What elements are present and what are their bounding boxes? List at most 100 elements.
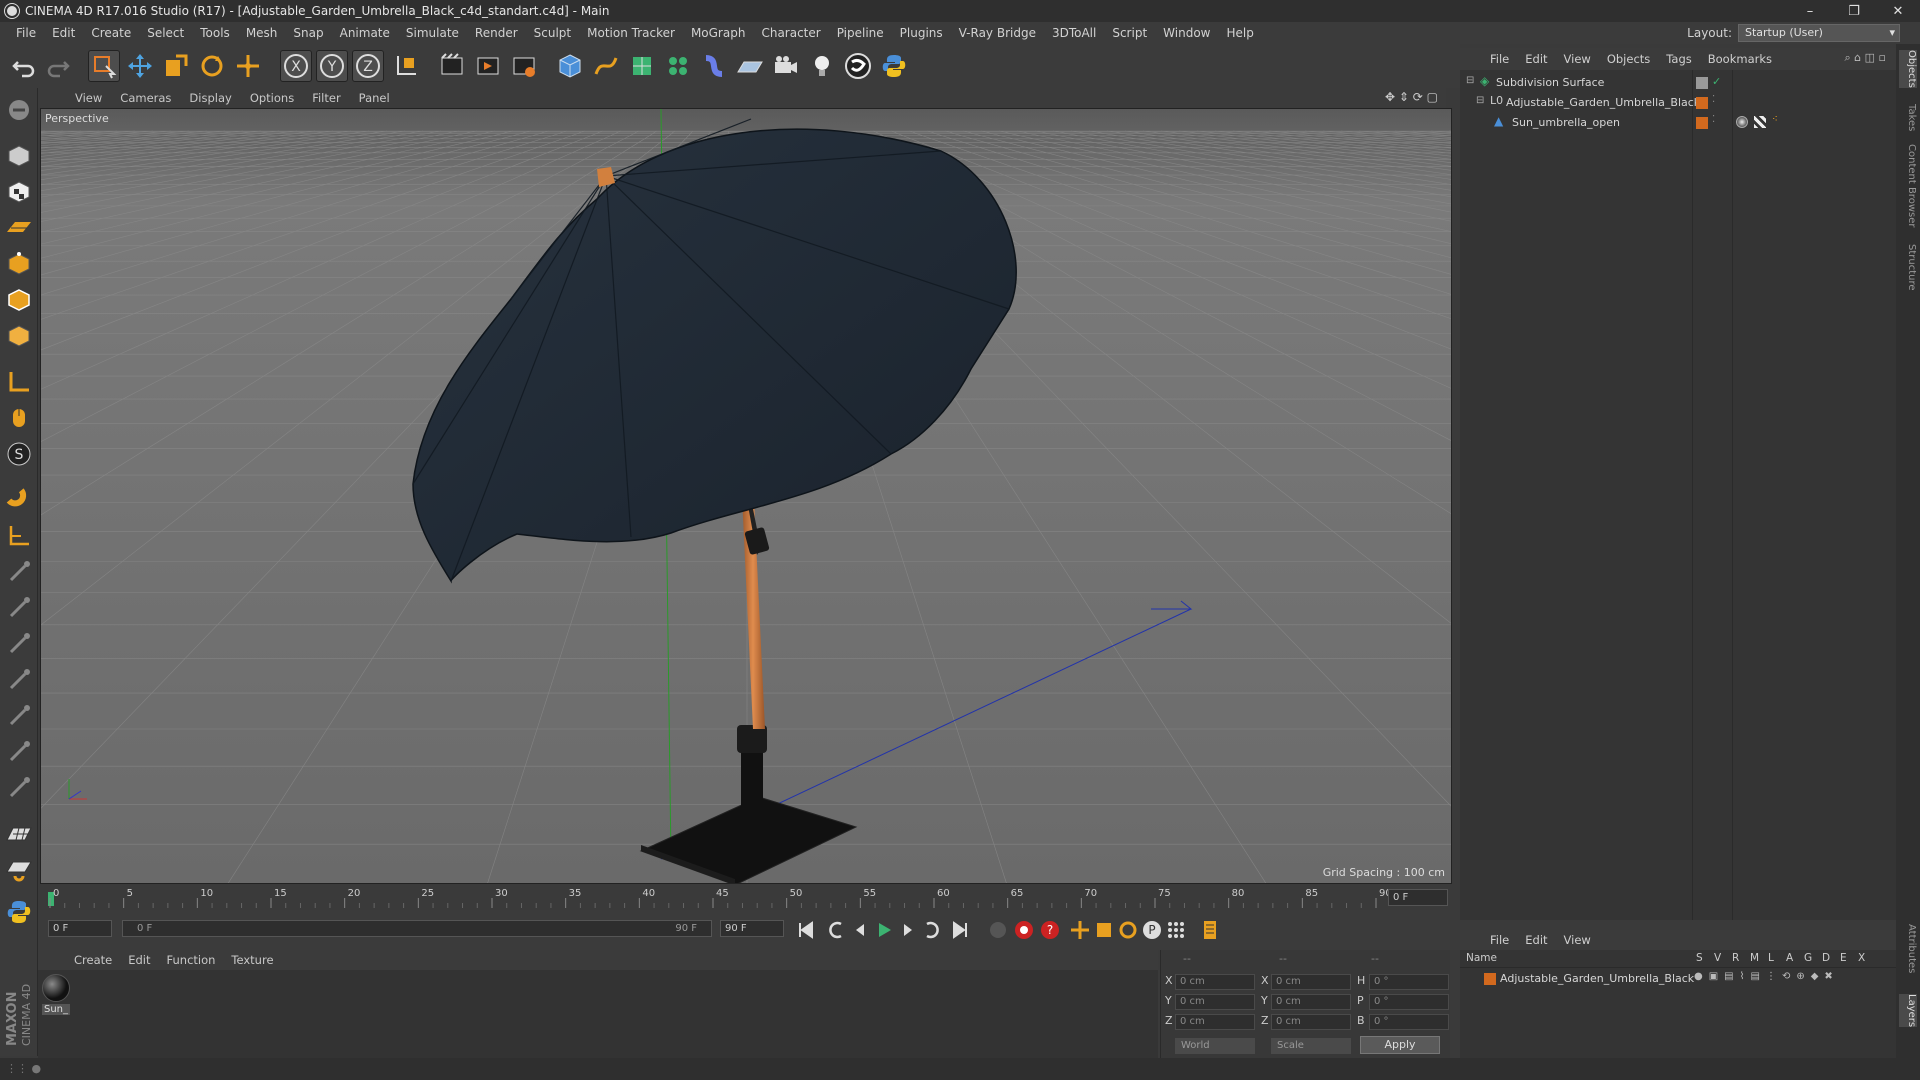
sculpt-brush-3[interactable]	[3, 628, 35, 660]
position-y-field[interactable]: 0 cm	[1175, 994, 1255, 1010]
vray-button[interactable]	[842, 50, 874, 82]
snapping-button[interactable]: S	[3, 438, 35, 470]
redo-button[interactable]	[42, 50, 74, 82]
lm-menu-edit[interactable]: Edit	[1517, 933, 1555, 947]
coordinate-space-dropdown[interactable]: World	[1175, 1038, 1255, 1054]
material-swatch[interactable]	[42, 974, 70, 1002]
layer-toggle-icons[interactable]: ●▣▤⌇▤⋮⟲⊕◆✖	[1694, 971, 1839, 982]
key-parameter-button[interactable]: P	[1140, 918, 1164, 942]
rotation-b-field[interactable]: 0 °	[1369, 1014, 1449, 1030]
keyframe-selection-button[interactable]: ?	[1038, 918, 1062, 942]
viewport-menu-filter[interactable]: Filter	[303, 91, 349, 105]
points-mode-button[interactable]	[3, 248, 35, 280]
workplane-mode-button[interactable]	[3, 212, 35, 244]
menu-create[interactable]: Create	[83, 26, 139, 40]
light-button[interactable]	[806, 50, 838, 82]
position-z-field[interactable]: 0 cm	[1175, 1014, 1255, 1030]
menu-window[interactable]: Window	[1155, 26, 1218, 40]
minimize-button[interactable]: –	[1788, 0, 1832, 22]
layer-color-swatch[interactable]	[1484, 973, 1496, 985]
3d-viewport[interactable]: Perspective Grid Spacing : 100 cm	[40, 108, 1452, 884]
coordinate-system-button[interactable]	[390, 50, 422, 82]
render-view-button[interactable]	[436, 50, 468, 82]
om-menu-view[interactable]: View	[1556, 52, 1599, 66]
key-position-button[interactable]	[1068, 918, 1092, 942]
tag-dots-icon[interactable]: ⁖	[1772, 114, 1778, 125]
previous-frame-button[interactable]	[848, 918, 872, 942]
record-keys-button[interactable]	[986, 918, 1010, 942]
uvw-tag-icon[interactable]	[1754, 116, 1766, 128]
menu-help[interactable]: Help	[1218, 26, 1261, 40]
menu-sculpt[interactable]: Sculpt	[526, 26, 579, 40]
menu-simulate[interactable]: Simulate	[398, 26, 467, 40]
rotation-p-field[interactable]: 0 °	[1369, 994, 1449, 1010]
menu-animate[interactable]: Animate	[332, 26, 398, 40]
enable-axis-button[interactable]	[3, 366, 35, 398]
collapse-toggle-icon[interactable]: ⊟	[1466, 75, 1474, 86]
enabled-check-icon[interactable]: ✓	[1712, 75, 1721, 88]
menu-render[interactable]: Render	[467, 26, 526, 40]
apply-button[interactable]: Apply	[1360, 1036, 1440, 1054]
next-frame-button[interactable]	[896, 918, 920, 942]
key-scale-button[interactable]	[1092, 918, 1116, 942]
render-settings-button[interactable]	[508, 50, 540, 82]
go-to-end-button[interactable]	[948, 918, 972, 942]
material-menu-function[interactable]: Function	[159, 953, 224, 967]
live-selection-button[interactable]	[88, 50, 120, 82]
viewport-menu-options[interactable]: Options	[241, 91, 303, 105]
menu-vray-bridge[interactable]: V-Ray Bridge	[951, 26, 1044, 40]
x-axis-lock-button[interactable]: X	[280, 50, 312, 82]
size-mode-dropdown[interactable]: Scale	[1271, 1038, 1351, 1054]
tab-layers[interactable]: Layers	[1899, 994, 1917, 1028]
menu-plugins[interactable]: Plugins	[892, 26, 951, 40]
menu-file[interactable]: File	[8, 26, 44, 40]
tab-takes[interactable]: Takes	[1899, 104, 1917, 131]
key-pla-button[interactable]	[1164, 918, 1188, 942]
lm-menu-file[interactable]: File	[1482, 933, 1517, 947]
lm-menu-view[interactable]: View	[1556, 933, 1599, 947]
restore-button[interactable]: ❐	[1832, 0, 1876, 22]
layer-row[interactable]: Adjustable_Garden_Umbrella_Black ●▣▤⌇▤⋮⟲…	[1460, 970, 1896, 988]
tab-objects[interactable]: Objects	[1899, 50, 1917, 88]
om-search-home-icons[interactable]: ⌕ ⌂ ◫ ▫	[1845, 51, 1886, 65]
undo-button[interactable]	[8, 50, 40, 82]
viewport-menu-cameras[interactable]: Cameras	[111, 91, 180, 105]
tab-attributes[interactable]: Attributes	[1899, 924, 1917, 973]
frame-range-slider[interactable]: 0 F 90 F	[122, 920, 712, 937]
go-to-start-button[interactable]	[794, 918, 818, 942]
y-axis-lock-button[interactable]: Y	[316, 50, 348, 82]
texture-mode-button[interactable]	[3, 176, 35, 208]
menu-tools[interactable]: Tools	[192, 26, 238, 40]
cube-button[interactable]	[554, 50, 586, 82]
material-tag-icon[interactable]	[1736, 116, 1748, 128]
sculpt-brush-4[interactable]	[3, 664, 35, 696]
make-editable-button[interactable]	[3, 94, 35, 126]
om-menu-tags[interactable]: Tags	[1658, 52, 1699, 66]
end-frame-field[interactable]: 90 F	[720, 920, 784, 937]
menu-motion-tracker[interactable]: Motion Tracker	[579, 26, 683, 40]
layer-color-icon[interactable]	[1696, 117, 1708, 129]
scale-tool-button[interactable]	[160, 50, 192, 82]
floor-button[interactable]	[734, 50, 766, 82]
visibility-dots-icon[interactable]: ⁚	[1712, 94, 1715, 105]
object-row-adjustable-umbrella[interactable]: ⊟ L0 Adjustable_Garden_Umbrella_Black ⁚	[1460, 94, 1896, 112]
current-frame-field[interactable]: 0 F	[1388, 889, 1448, 906]
om-menu-objects[interactable]: Objects	[1599, 52, 1658, 66]
size-y-field[interactable]: 0 cm	[1271, 994, 1351, 1010]
timeline-window-button[interactable]	[1198, 918, 1222, 942]
viewport-camera-label[interactable]: Perspective	[45, 112, 109, 125]
tweak-button[interactable]	[3, 402, 35, 434]
z-axis-lock-button[interactable]: Z	[352, 50, 384, 82]
grid-snap-button[interactable]	[3, 854, 35, 886]
layout-dropdown[interactable]: Startup (User) ▾	[1738, 24, 1900, 42]
play-button[interactable]	[872, 918, 896, 942]
viewport-menu-view[interactable]: View	[66, 91, 111, 105]
tab-structure[interactable]: Structure	[1899, 244, 1917, 291]
render-picture-viewer-button[interactable]	[472, 50, 504, 82]
viewport-menu-display[interactable]: Display	[180, 91, 240, 105]
subdivision-button[interactable]	[626, 50, 658, 82]
mograph-cloner-button[interactable]	[662, 50, 694, 82]
deformer-button[interactable]	[698, 50, 730, 82]
om-menu-bookmarks[interactable]: Bookmarks	[1700, 52, 1780, 66]
move-tool-button[interactable]	[124, 50, 156, 82]
